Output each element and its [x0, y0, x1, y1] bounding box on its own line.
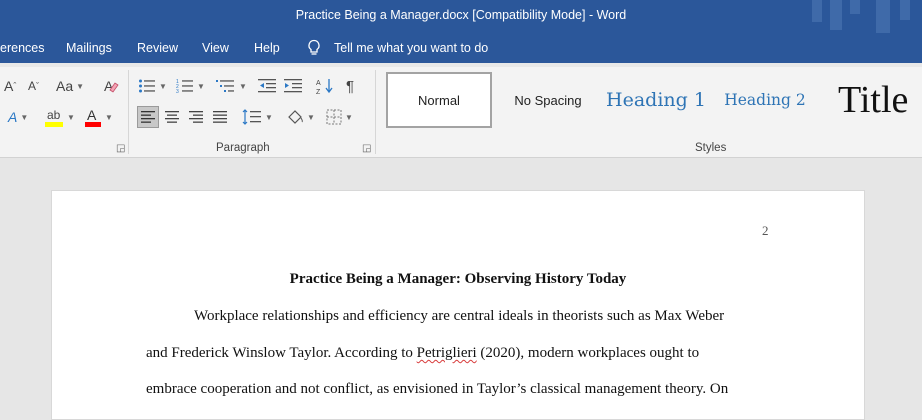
- shading-button[interactable]: ▼: [286, 106, 315, 128]
- dropdown-caret-icon: ▼: [307, 112, 315, 122]
- tab-references[interactable]: erences: [0, 41, 44, 55]
- shrink-font-label: A: [28, 79, 37, 93]
- increase-indent-icon: [284, 79, 302, 93]
- group-separator: [128, 70, 129, 154]
- ribbon-edge: [0, 63, 922, 67]
- justify-icon: [213, 111, 227, 123]
- align-right-button[interactable]: [186, 106, 206, 128]
- style-heading-1[interactable]: Heading 1: [604, 72, 708, 128]
- text-effects-label: A: [8, 109, 18, 125]
- highlight-button[interactable]: ab ▼: [44, 106, 75, 128]
- window-title: Practice Being a Manager.docx [Compatibi…: [295, 8, 627, 22]
- body-line-3: embrace cooperation and not conflict, as…: [146, 381, 729, 397]
- change-case-button[interactable]: Aa ▼: [56, 75, 84, 97]
- style-title[interactable]: Title: [830, 72, 922, 128]
- tab-review[interactable]: Review: [137, 41, 178, 55]
- title-decoration: [830, 0, 842, 30]
- font-color-icon: A: [85, 107, 101, 127]
- svg-text:A: A: [316, 80, 321, 87]
- align-left-icon: [141, 111, 155, 123]
- dropdown-caret-icon: ▼: [265, 112, 273, 122]
- line-spacing-button[interactable]: ▼: [242, 106, 273, 128]
- align-left-button[interactable]: [137, 106, 159, 128]
- title-decoration: [812, 0, 822, 22]
- paragraph-dialog-launcher-icon[interactable]: ◲: [362, 143, 371, 154]
- numbering-button[interactable]: 1 2 3 ▼: [176, 75, 205, 97]
- sort-button[interactable]: AZ: [316, 75, 334, 97]
- shrink-font-button[interactable]: Aˇ: [28, 75, 39, 97]
- body-line-2: and Frederick Winslow Taylor. According …: [146, 345, 699, 362]
- font-dialog-launcher-icon[interactable]: ◲: [116, 143, 125, 154]
- paint-bucket-icon: [288, 110, 303, 124]
- change-case-label: Aa: [56, 78, 74, 94]
- svg-text:ab: ab: [47, 108, 61, 122]
- decrease-indent-icon: [258, 79, 276, 93]
- grow-font-label: A: [4, 78, 14, 94]
- highlighter-icon: ab: [45, 108, 63, 127]
- dropdown-caret-icon: ▼: [105, 112, 113, 122]
- document-title: Practice Being a Manager: Observing Hist…: [289, 271, 627, 287]
- sort-az-icon: AZ: [316, 79, 333, 95]
- clear-formatting-icon: A: [104, 78, 119, 94]
- numbered-list-icon: 123: [176, 79, 193, 94]
- group-separator: [375, 70, 376, 154]
- justify-button[interactable]: [210, 106, 230, 128]
- body-text: and Frederick Winslow Taylor. According …: [146, 345, 417, 361]
- body-line-1: Workplace relationships and efficiency a…: [194, 308, 725, 324]
- align-center-icon: [165, 111, 179, 123]
- style-heading-2[interactable]: Heading 2: [722, 72, 808, 128]
- text-effects-button[interactable]: A ▼: [8, 106, 28, 128]
- svg-text:Z: Z: [316, 89, 321, 95]
- align-right-icon: [189, 111, 203, 123]
- tab-mailings[interactable]: Mailings: [66, 41, 112, 55]
- align-center-button[interactable]: [162, 106, 182, 128]
- decrease-indent-button[interactable]: [258, 75, 276, 97]
- styles-group-label: Styles: [695, 142, 727, 154]
- dropdown-caret-icon: ▼: [197, 81, 205, 91]
- tell-me-search[interactable]: Tell me what you want to do: [334, 41, 488, 55]
- title-decoration: [876, 0, 890, 33]
- show-formatting-marks-icon[interactable]: ¶: [346, 75, 354, 97]
- style-normal[interactable]: Normal: [386, 72, 492, 128]
- borders-icon: [326, 109, 342, 125]
- grow-font-button[interactable]: Aˆ: [4, 75, 16, 97]
- page-number: 2: [762, 223, 769, 238]
- title-decoration: [900, 0, 910, 20]
- borders-button[interactable]: ▼: [326, 106, 353, 128]
- title-bar: Practice Being a Manager.docx [Compatibi…: [0, 0, 922, 33]
- font-color-button[interactable]: A ▼: [84, 106, 113, 128]
- caret-down-icon: ˇ: [36, 81, 40, 91]
- title-decoration: [850, 0, 860, 14]
- dropdown-caret-icon: ▼: [159, 81, 167, 91]
- increase-indent-button[interactable]: [284, 75, 302, 97]
- paragraph-group-label: Paragraph: [216, 142, 270, 154]
- lightbulb-icon[interactable]: [306, 39, 322, 60]
- svg-text:A: A: [87, 107, 97, 123]
- svg-text:3: 3: [176, 89, 179, 94]
- dropdown-caret-icon: ▼: [76, 81, 85, 91]
- dropdown-caret-icon: ▼: [67, 112, 75, 122]
- tab-view[interactable]: View: [202, 41, 229, 55]
- multilevel-list-button[interactable]: ▼: [216, 75, 247, 97]
- style-no-spacing[interactable]: No Spacing: [503, 72, 593, 128]
- clear-formatting-button[interactable]: A: [102, 75, 120, 97]
- bullets-button[interactable]: ▼: [138, 75, 167, 97]
- misspelled-word[interactable]: Petriglieri: [417, 345, 477, 361]
- line-spacing-icon: [242, 109, 261, 125]
- tab-help[interactable]: Help: [254, 41, 280, 55]
- dropdown-caret-icon: ▼: [345, 112, 353, 122]
- multilevel-list-icon: [216, 80, 234, 92]
- caret-up-icon: ˆ: [13, 81, 17, 91]
- dropdown-caret-icon: ▼: [20, 112, 29, 122]
- bullet-list-icon: [139, 79, 155, 93]
- body-text: (2020), modern workplaces ought to: [476, 345, 700, 361]
- dropdown-caret-icon: ▼: [239, 81, 247, 91]
- ribbon-tabs: erences Mailings Review View Help Tell m…: [0, 33, 922, 63]
